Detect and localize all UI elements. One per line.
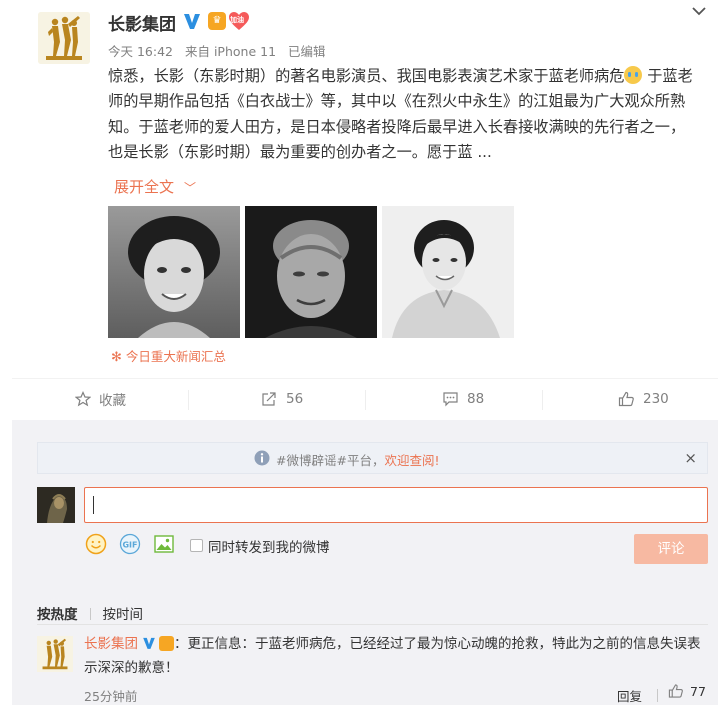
thumbs-up-icon	[668, 684, 683, 698]
expand-label: 展开全文	[114, 178, 175, 196]
info-icon	[254, 450, 270, 466]
reply-separator	[657, 689, 658, 702]
post-edited[interactable]: 已编辑	[288, 44, 326, 59]
share-icon	[262, 392, 276, 406]
notice-highlight-link[interactable]: 欢迎查阅!	[384, 453, 439, 468]
post-source: 来自 iPhone 11	[184, 44, 277, 59]
favorite-label: 收藏	[99, 393, 126, 409]
sort-divider	[37, 624, 708, 625]
comment-count: 88	[467, 391, 485, 407]
gif-icon[interactable]: GIF	[119, 533, 141, 555]
comment-author-name[interactable]: 长影集团	[84, 636, 138, 652]
notice-text: #微博辟谣#平台，欢迎查阅!	[276, 450, 439, 469]
action-separator	[542, 390, 543, 410]
post-text: 惊悉，长影（东影时期）的著名电影演员、我国电影表演艺术家于蓝老师病危 于蓝老师的…	[108, 64, 700, 166]
comment-input[interactable]	[84, 487, 708, 523]
post-text-main: 惊悉，长影（东影时期）的著名电影演员、我国电影表演艺术家于蓝老师病危	[108, 67, 625, 85]
comment-time: 25分钟前	[84, 689, 138, 704]
fan-heart-icon[interactable]: 加油	[228, 11, 250, 31]
news-summary-label: 今日重大新闻汇总	[125, 349, 226, 364]
repost-count: 56	[286, 391, 304, 407]
action-separator	[188, 390, 189, 410]
verified-v-icon	[184, 14, 200, 29]
chevron-down-icon[interactable]	[690, 4, 708, 18]
sort-separator	[89, 608, 91, 620]
author-name[interactable]: 长影集团	[108, 10, 176, 35]
fan-badge-text: 加油	[230, 16, 244, 24]
reply-button[interactable]: 回复	[617, 686, 642, 705]
image-icon[interactable]	[153, 533, 175, 555]
comment-like-button[interactable]: 77	[668, 683, 706, 699]
thumbs-up-icon	[618, 391, 634, 407]
chevron-down-icon: ﹀	[184, 181, 197, 195]
changying-logo-icon	[38, 12, 90, 64]
comment-author-avatar[interactable]	[37, 636, 73, 672]
post-image-1[interactable]	[108, 206, 240, 338]
favorite-button[interactable]: 收藏	[75, 380, 126, 418]
cry-emoji-icon	[624, 66, 643, 84]
close-icon[interactable]: ×	[684, 449, 697, 467]
submit-comment-button[interactable]: 评论	[634, 534, 708, 564]
post-meta: 今天 16:42 来自 iPhone 11 已编辑	[108, 41, 334, 60]
post-image-2[interactable]	[245, 206, 377, 338]
text-caret	[93, 496, 94, 514]
comment-text: ：更正信息：于蓝老师病危，已经经过了最为惊心动魄的抢救，特此为之前的信息失误表示…	[84, 636, 701, 676]
emoji-icon[interactable]	[85, 533, 107, 555]
member-crown-icon[interactable]: ♛	[208, 12, 226, 30]
sort-by-time-tab[interactable]: 按时间	[103, 607, 144, 623]
expand-full-text-link[interactable]: 展开全文 ﹀	[114, 176, 196, 197]
comment-icon	[443, 392, 458, 407]
comment-body: 长影集团 ：更正信息：于蓝老师病危，已经经过了最为惊心动魄的抢救，特此为之前的信息…	[84, 632, 704, 680]
member-crown-icon[interactable]	[159, 636, 174, 651]
author-avatar[interactable]	[38, 12, 90, 64]
flower-icon: ✻	[111, 350, 122, 365]
like-count: 230	[643, 391, 669, 407]
like-button[interactable]: 230	[618, 380, 669, 418]
verified-v-icon	[143, 637, 155, 649]
star-icon	[75, 391, 91, 407]
comment-button[interactable]: 88	[442, 380, 484, 418]
my-avatar[interactable]	[37, 487, 75, 523]
repost-checkbox-label[interactable]: 同时转发到我的微博	[208, 536, 330, 556]
action-bar: 收藏 56 88 230	[12, 380, 718, 418]
repost-button[interactable]: 56	[261, 380, 303, 418]
post-time[interactable]: 今天 16:42	[108, 44, 173, 59]
repost-checkbox[interactable]	[190, 539, 203, 552]
sort-by-hot-tab[interactable]: 按热度	[37, 607, 78, 623]
comment-sort: 按热度 按时间	[37, 603, 143, 623]
svg-text:GIF: GIF	[122, 540, 137, 549]
comment-like-count: 77	[690, 683, 706, 699]
news-summary-link[interactable]: ✻ 今日重大新闻汇总	[111, 346, 226, 365]
action-separator	[365, 390, 366, 410]
rumor-notice-bar: #微博辟谣#平台，欢迎查阅! ×	[37, 442, 708, 474]
post-image-3[interactable]	[382, 206, 514, 338]
changying-logo-icon	[37, 636, 73, 672]
action-bar-divider	[12, 378, 718, 379]
notice-prefix[interactable]: #微博辟谣#平台，	[276, 453, 384, 468]
